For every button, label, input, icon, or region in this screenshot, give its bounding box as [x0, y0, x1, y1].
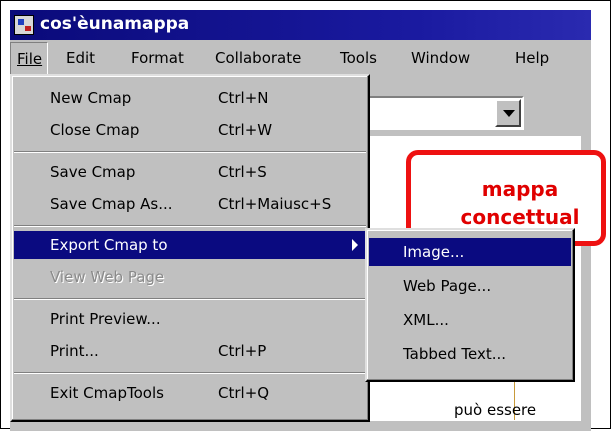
- submenu-item-tabbed-text[interactable]: Tabbed Text...: [369, 340, 571, 368]
- menu-separator: [14, 225, 366, 227]
- menu-separator: [14, 151, 366, 153]
- menu-edit[interactable]: Edit: [66, 49, 95, 67]
- menu-format[interactable]: Format: [131, 49, 184, 67]
- concept-label-line2: concettual: [460, 205, 580, 229]
- menu-item-print[interactable]: Print... Ctrl+P: [14, 337, 366, 365]
- menu-item-shortcut: Ctrl+W: [218, 121, 273, 139]
- menu-collaborate[interactable]: Collaborate: [215, 49, 301, 67]
- menu-tools[interactable]: Tools: [340, 49, 377, 67]
- title-bar[interactable]: cos'èunamappa: [10, 10, 591, 40]
- menu-item-label: Print...: [50, 342, 99, 360]
- menu-item-label: Print Preview...: [50, 310, 161, 328]
- toolbar-combo-box[interactable]: [356, 96, 524, 130]
- file-menu-dropdown: New Cmap Ctrl+N Close Cmap Ctrl+W Save C…: [10, 74, 370, 422]
- menu-window[interactable]: Window: [411, 49, 470, 67]
- menu-item-label: Web Page...: [403, 277, 492, 295]
- menu-item-exit-cmaptools[interactable]: Exit CmapTools Ctrl+Q: [14, 379, 366, 407]
- app-icon[interactable]: [14, 15, 34, 35]
- menu-help[interactable]: Help: [515, 49, 549, 67]
- submenu-arrow-icon: [352, 239, 358, 251]
- menu-item-label: Image...: [403, 243, 465, 261]
- menu-item-shortcut: Ctrl+S: [218, 163, 267, 181]
- export-submenu: Image... Web Page... XML... Tabbed Text.…: [365, 228, 575, 382]
- menu-item-shortcut: Ctrl+N: [218, 89, 269, 107]
- menu-separator: [14, 372, 366, 374]
- menu-item-shortcut: Ctrl+Q: [218, 384, 270, 402]
- menu-item-label: Tabbed Text...: [403, 345, 507, 363]
- window-title: cos'èunamappa: [40, 14, 190, 34]
- menu-item-print-preview[interactable]: Print Preview...: [14, 305, 366, 333]
- submenu-item-xml[interactable]: XML...: [369, 306, 571, 334]
- submenu-item-web-page[interactable]: Web Page...: [369, 272, 571, 300]
- menu-item-label: View Web Page: [50, 268, 165, 286]
- menu-item-label: Save Cmap: [50, 163, 136, 181]
- menu-item-save-cmap-as[interactable]: Save Cmap As... Ctrl+Maiusc+S: [14, 190, 366, 218]
- combo-dropdown-button[interactable]: [495, 99, 521, 127]
- menu-item-save-cmap[interactable]: Save Cmap Ctrl+S: [14, 158, 366, 186]
- menu-item-label: Save Cmap As...: [50, 195, 173, 213]
- menu-item-export-cmap-to[interactable]: Export Cmap to: [14, 231, 366, 259]
- menu-item-label: Export Cmap to: [50, 236, 168, 254]
- menu-item-label: Close Cmap: [50, 121, 140, 139]
- menu-item-close-cmap[interactable]: Close Cmap Ctrl+W: [14, 116, 366, 144]
- menu-item-label: XML...: [403, 311, 449, 329]
- menu-item-shortcut: Ctrl+P: [218, 342, 267, 360]
- menu-item-shortcut: Ctrl+Maiusc+S: [218, 195, 332, 213]
- menu-separator: [14, 298, 366, 300]
- menu-file[interactable]: File: [10, 42, 49, 75]
- menu-item-new-cmap[interactable]: New Cmap Ctrl+N: [14, 84, 366, 112]
- concept-label-line1: mappa: [481, 177, 559, 201]
- menu-item-view-web-page: View Web Page: [14, 263, 366, 291]
- linking-phrase[interactable]: può essere: [454, 401, 536, 419]
- menu-item-label: New Cmap: [50, 89, 132, 107]
- menu-bar: File Edit Format Collaborate Tools Windo…: [10, 40, 591, 75]
- chevron-down-icon: [503, 110, 515, 117]
- menu-item-label: Exit CmapTools: [50, 384, 164, 402]
- submenu-item-image[interactable]: Image...: [369, 238, 571, 266]
